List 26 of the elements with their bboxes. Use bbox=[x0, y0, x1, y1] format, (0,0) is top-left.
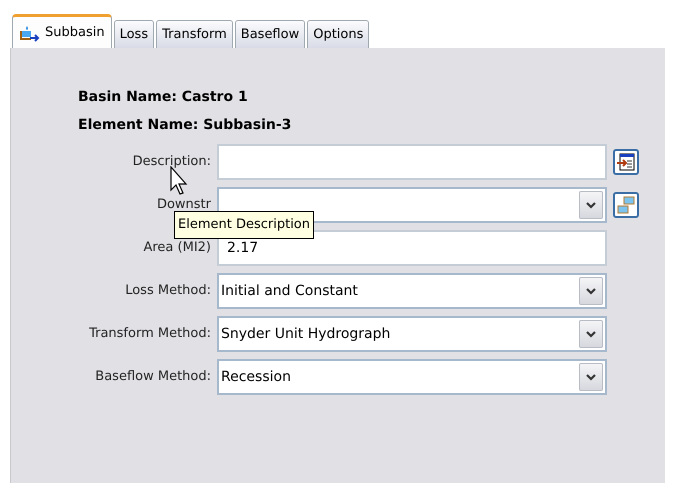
field-label: Transform Method: bbox=[88, 325, 211, 344]
tooltip: Element Description bbox=[174, 211, 314, 239]
field-label: Baseflow Method: bbox=[94, 368, 211, 386]
description-editor-button[interactable] bbox=[613, 149, 639, 175]
text-field[interactable]: 2.17 bbox=[217, 230, 607, 266]
split-window-icon bbox=[617, 196, 635, 214]
field-label: Description: bbox=[132, 153, 211, 172]
dropdown[interactable]: Initial and Constant bbox=[217, 273, 607, 309]
tab[interactable]: Loss bbox=[114, 20, 154, 48]
tab[interactable]: Transform bbox=[156, 20, 233, 48]
chevron-down-icon bbox=[586, 374, 596, 380]
field-label: Loss Method: bbox=[124, 282, 211, 300]
tab[interactable]: Baseflow bbox=[234, 20, 306, 48]
chevron-down-icon bbox=[586, 288, 596, 294]
header-label: Basin Name: Castro 1 bbox=[78, 88, 248, 107]
mouse-pointer-icon bbox=[170, 166, 190, 196]
text-field[interactable] bbox=[217, 144, 607, 180]
chevron-down-icon bbox=[586, 202, 596, 208]
chevron-down-icon bbox=[586, 330, 596, 338]
dropdown[interactable]: Recession bbox=[217, 359, 607, 395]
header-label: Element Name: Subbasin-3 bbox=[78, 116, 292, 135]
tab[interactable]: Options bbox=[307, 20, 370, 48]
dropdown[interactable]: Snyder Unit Hydrograph bbox=[217, 316, 607, 352]
tab[interactable]: Subbasin bbox=[12, 14, 112, 48]
field-label: Area (MI2) bbox=[142, 239, 211, 258]
select-element-button[interactable] bbox=[613, 192, 639, 218]
